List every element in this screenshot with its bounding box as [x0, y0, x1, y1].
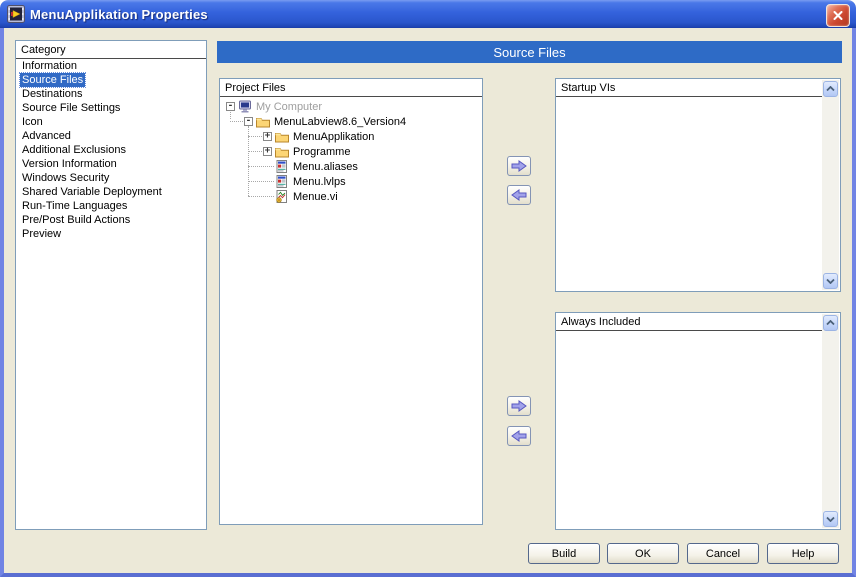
scrollbar-down-button[interactable]: [823, 273, 838, 289]
build-button[interactable]: Build: [528, 543, 600, 564]
computer-icon: [239, 100, 251, 113]
category-item[interactable]: Advanced: [16, 129, 206, 143]
scrollbar-up-button[interactable]: [823, 81, 838, 97]
remove-always-included-button[interactable]: [507, 426, 531, 446]
always-included-header: Always Included: [556, 313, 822, 331]
close-button[interactable]: [826, 4, 850, 27]
category-item[interactable]: Shared Variable Deployment: [16, 185, 206, 199]
category-item[interactable]: Windows Security: [16, 171, 206, 185]
startup-vis-list[interactable]: [557, 97, 822, 290]
tree-item[interactable]: - MenuLabview8.6_Version4: [220, 114, 482, 129]
tree-item[interactable]: + MenuApplikation: [220, 129, 482, 144]
always-included-list[interactable]: [557, 331, 822, 528]
category-panel: Category Information Source Files Destin…: [15, 40, 207, 530]
project-files-header: Project Files: [220, 79, 482, 97]
config-file-icon: [276, 160, 287, 173]
folder-icon: [256, 118, 270, 128]
tree-item[interactable]: + Programme: [220, 144, 482, 159]
category-list: Information Source Files Destinations So…: [16, 59, 206, 241]
tree-item[interactable]: - My Computer: [220, 99, 482, 114]
startup-vis-scrollbar[interactable]: [822, 80, 839, 290]
add-startup-vi-button[interactable]: [507, 156, 531, 176]
category-item[interactable]: Version Information: [16, 157, 206, 171]
category-item[interactable]: Run-Time Languages: [16, 199, 206, 213]
category-item[interactable]: Source Files: [16, 72, 206, 88]
project-files-tree[interactable]: - My Computer - MenuLabview8.6_Version4 …: [220, 97, 482, 204]
close-icon: [833, 11, 843, 20]
always-included-scrollbar[interactable]: [822, 314, 839, 528]
help-button[interactable]: Help: [767, 543, 839, 564]
title-bar[interactable]: MenuApplikation Properties: [0, 0, 856, 28]
tree-expander[interactable]: -: [226, 102, 235, 111]
tree-item[interactable]: Menu.lvlps: [220, 174, 482, 189]
add-always-included-button[interactable]: [507, 396, 531, 416]
vi-file-icon: [276, 190, 287, 203]
scroll-up-icon: [826, 86, 835, 92]
startup-vis-panel: Startup VIs: [555, 78, 841, 292]
category-item[interactable]: Additional Exclusions: [16, 143, 206, 157]
category-item[interactable]: Pre/Post Build Actions: [16, 213, 206, 227]
tree-item[interactable]: Menu.aliases: [220, 159, 482, 174]
config-file-icon: [276, 175, 287, 188]
scrollbar-down-button[interactable]: [823, 511, 838, 527]
tree-item[interactable]: Menue.vi: [220, 189, 482, 204]
folder-icon: [275, 133, 289, 143]
labview-app-icon: [7, 5, 25, 23]
window-title: MenuApplikation Properties: [30, 6, 208, 22]
folder-icon: [275, 148, 289, 158]
cancel-button[interactable]: Cancel: [687, 543, 759, 564]
scroll-down-icon: [826, 516, 835, 522]
scroll-up-icon: [826, 320, 835, 326]
category-header: Category: [16, 41, 206, 59]
section-header: Source Files: [217, 41, 842, 63]
tree-expander[interactable]: +: [263, 132, 272, 141]
category-item[interactable]: Preview: [16, 227, 206, 241]
category-item[interactable]: Information: [16, 59, 206, 73]
tree-expander[interactable]: -: [244, 117, 253, 126]
category-item[interactable]: Source File Settings: [16, 101, 206, 115]
move-right-icon: [511, 160, 527, 172]
remove-startup-vi-button[interactable]: [507, 185, 531, 205]
properties-dialog: MenuApplikation Properties Category Info…: [0, 0, 856, 577]
startup-vis-header: Startup VIs: [556, 79, 822, 97]
scroll-down-icon: [826, 278, 835, 284]
project-files-panel: Project Files - My Computer - MenuLabvie…: [219, 78, 483, 525]
scrollbar-up-button[interactable]: [823, 315, 838, 331]
always-included-panel: Always Included: [555, 312, 841, 530]
ok-button[interactable]: OK: [607, 543, 679, 564]
tree-expander[interactable]: +: [263, 147, 272, 156]
move-right-icon: [511, 400, 527, 412]
category-item[interactable]: Destinations: [16, 87, 206, 101]
move-left-icon: [511, 189, 527, 201]
category-item[interactable]: Icon: [16, 115, 206, 129]
move-left-icon: [511, 430, 527, 442]
